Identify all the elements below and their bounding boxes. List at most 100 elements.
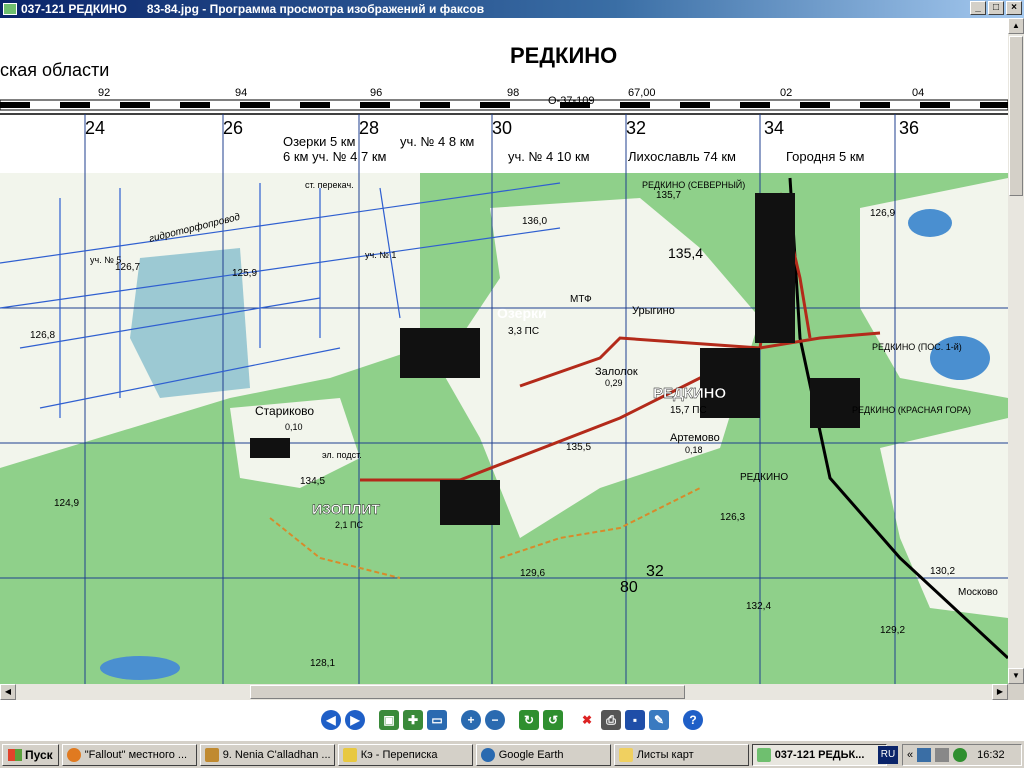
svg-text:32: 32 (646, 563, 664, 580)
svg-text:135,7: 135,7 (656, 190, 681, 201)
print-icon[interactable]: ⎙ (601, 710, 621, 730)
taskbar-item-correspondence[interactable]: Кэ - Переписка (337, 743, 473, 766)
network-icon[interactable] (917, 748, 932, 762)
place-zalog-info: 0,29 (605, 378, 623, 388)
direction-ozerki: Озерки 5 км (283, 134, 355, 149)
place-ozerki-info: 3,3 ПС (508, 326, 539, 337)
place-redkino: РЕДКИНО (653, 385, 726, 402)
taskbar-item-fallout[interactable]: "Fallout" местного ... (61, 743, 197, 766)
slideshow-icon[interactable]: ▭ (427, 710, 447, 730)
volume-icon[interactable] (935, 748, 950, 762)
tray-expand-icon[interactable]: « (907, 749, 913, 761)
folder-icon (618, 747, 633, 762)
scroll-left-button[interactable]: ◀ (0, 684, 16, 700)
place-artemovo: Артемово (670, 432, 720, 444)
task-label: 9. Nenia C'alladhan ... (222, 748, 331, 761)
place-redkino-pos1: РЕДКИНО (ПОС. 1-й) (872, 342, 962, 352)
top-number: 67,00 (628, 87, 656, 99)
image-viewer-icon (756, 747, 771, 762)
svg-text:132,4: 132,4 (746, 601, 771, 612)
taskbar-item-google-earth[interactable]: Google Earth (475, 743, 611, 766)
grid-number: 26 (223, 118, 243, 138)
task-label: 037-121 РЕДЬК... (774, 748, 865, 761)
minimize-button[interactable]: _ (970, 1, 986, 15)
sheet-title: РЕДКИНО (510, 43, 617, 68)
place-zalog: Залолок (595, 366, 638, 378)
svg-text:135,5: 135,5 (566, 442, 591, 453)
grid-number: 32 (626, 118, 646, 138)
top-number: 04 (912, 87, 924, 99)
direction-uch4-10: уч. № 4 10 км (508, 149, 590, 164)
place-mtf: МТФ (570, 294, 592, 305)
label-uch1: уч. № 1 (365, 250, 396, 260)
actual-size-icon[interactable]: ✚ (403, 710, 423, 730)
help-icon[interactable]: ? (683, 710, 703, 730)
svg-text:128,1: 128,1 (310, 658, 335, 669)
topographic-map: РЕДКИНО ская области О-37-109 92 94 96 9… (0, 18, 1008, 684)
open-editor-icon[interactable]: ✎ (649, 710, 669, 730)
prev-image-icon[interactable]: ◀ (321, 710, 341, 730)
security-icon[interactable] (953, 748, 968, 762)
svg-text:126,7: 126,7 (115, 262, 140, 273)
taskbar-item-map-sheets[interactable]: Листы карт (613, 743, 749, 766)
grid-number: 34 (764, 118, 784, 138)
clock[interactable]: 16:32 (977, 749, 1005, 761)
rotate-ccw-icon[interactable]: ↺ (543, 710, 563, 730)
svg-text:129,2: 129,2 (880, 625, 905, 636)
svg-text:124,9: 124,9 (54, 498, 79, 509)
label-pumping: ст. перекач. (305, 180, 354, 190)
direction-gorodnya: Городня 5 км (786, 149, 865, 164)
svg-text:135,4: 135,4 (668, 245, 703, 261)
top-number: 02 (780, 87, 792, 99)
vertical-scroll-thumb[interactable] (1009, 36, 1023, 196)
region-label: ская области (0, 60, 109, 80)
direction-likhoslavl: Лихославль 74 км (628, 149, 736, 164)
place-izoplit-info: 2,1 ПС (335, 520, 363, 530)
title-bar[interactable]: 037-121 РЕДКИНО 83-84.jpg - Программа пр… (0, 0, 1024, 18)
taskbar-item-nenia[interactable]: 9. Nenia C'alladhan ... (199, 743, 335, 766)
horizontal-scrollbar[interactable]: ◀ ▶ (0, 684, 1008, 700)
maximize-button[interactable]: □ (988, 1, 1004, 15)
best-fit-icon[interactable]: ▣ (379, 710, 399, 730)
save-icon[interactable]: ▪ (625, 710, 645, 730)
grid-number: 28 (359, 118, 379, 138)
scroll-up-button[interactable]: ▲ (1008, 18, 1024, 34)
delete-icon[interactable]: ✖ (577, 710, 597, 730)
svg-text:80: 80 (620, 579, 638, 596)
rotate-cw-icon[interactable]: ↻ (519, 710, 539, 730)
place-redkino-north: РЕДКИНО (СЕВЕРНЫЙ) (642, 179, 745, 190)
scroll-corner (1008, 684, 1024, 700)
vertical-scrollbar[interactable]: ▲ ▼ (1008, 18, 1024, 684)
taskbar-item-redkino[interactable]: 037-121 РЕДЬК... (751, 743, 887, 766)
top-number: 92 (98, 87, 110, 99)
svg-text:130,2: 130,2 (930, 566, 955, 577)
taskbar: Пуск "Fallout" местного ... 9. Nenia C'a… (0, 740, 1024, 768)
place-ozerki: Озерки (497, 305, 547, 321)
zoom-in-icon[interactable]: + (461, 710, 481, 730)
system-tray: « 16:32 (902, 744, 1022, 766)
place-artemovo-info: 0,18 (685, 445, 703, 455)
language-indicator[interactable]: RU (878, 746, 898, 764)
place-redkino-krasnaya: РЕДКИНО (КРАСНАЯ ГОРА) (852, 405, 971, 415)
next-image-icon[interactable]: ▶ (345, 710, 365, 730)
document-icon (204, 747, 219, 762)
close-button[interactable]: × (1006, 1, 1022, 15)
horizontal-scroll-thumb[interactable] (250, 685, 685, 699)
image-viewer-window: 037-121 РЕДКИНО 83-84.jpg - Программа пр… (0, 0, 1024, 740)
image-viewport[interactable]: РЕДКИНО ская области О-37-109 92 94 96 9… (0, 18, 1008, 684)
task-label: Кэ - Переписка (360, 748, 438, 761)
svg-text:134,5: 134,5 (300, 476, 325, 487)
direction-uch4-8: уч. № 4 8 км (400, 134, 474, 149)
start-button[interactable]: Пуск (2, 743, 59, 766)
top-number: 96 (370, 87, 382, 99)
scroll-down-button[interactable]: ▼ (1008, 668, 1024, 684)
zoom-out-icon[interactable]: − (485, 710, 505, 730)
firefox-icon (66, 747, 81, 762)
direction-uch4-7: 6 км уч. № 4 7 км (283, 149, 387, 164)
svg-text:126,3: 126,3 (720, 512, 745, 523)
label-substation: эл. подст. (322, 450, 362, 460)
place-izoplit: ИЗОПЛИТ (312, 501, 380, 517)
svg-text:126,9: 126,9 (870, 208, 895, 219)
scroll-right-button[interactable]: ▶ (992, 684, 1008, 700)
place-moskovo: Москово (958, 587, 998, 598)
